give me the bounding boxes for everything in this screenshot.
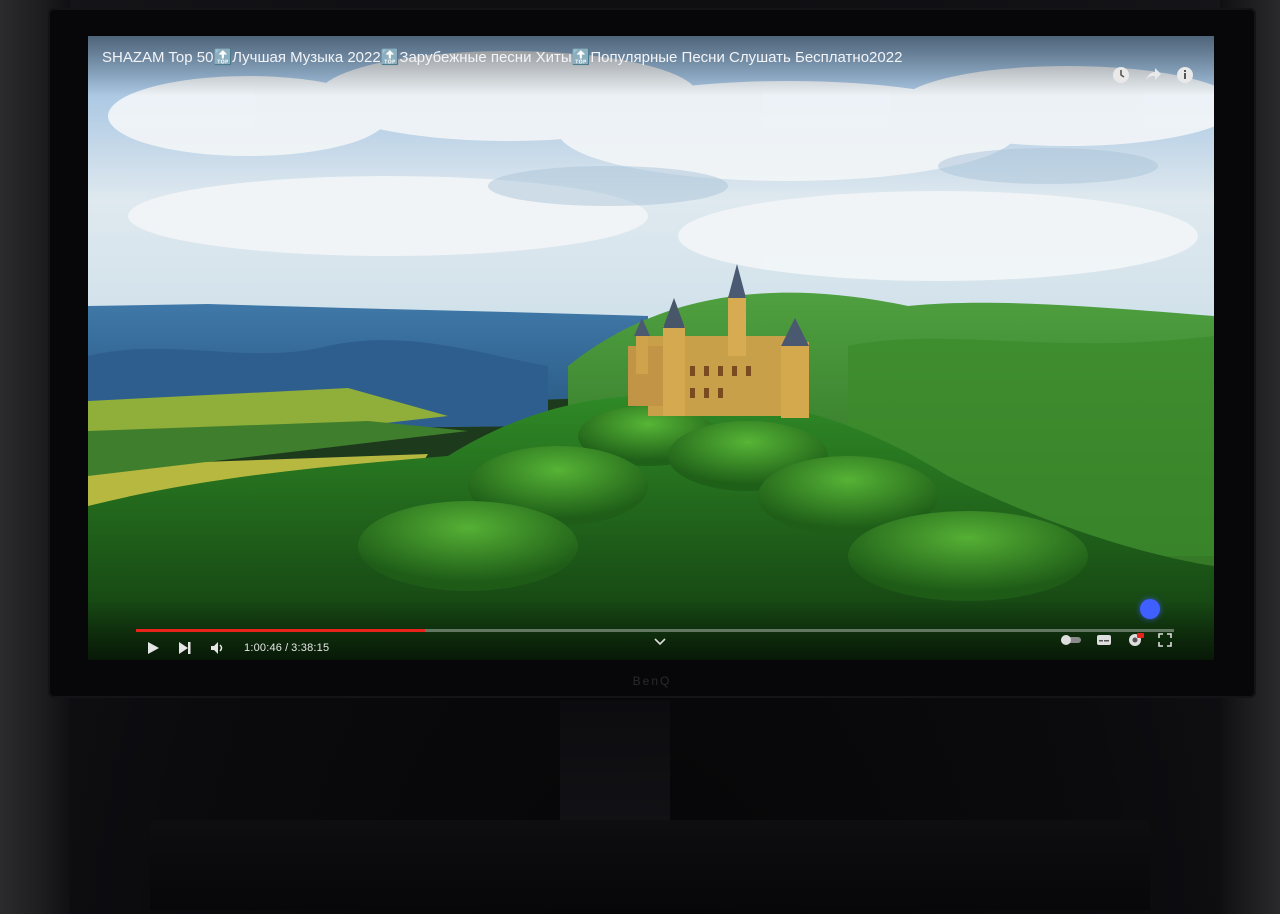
monitor-brand-logo: BenQ: [632, 674, 672, 688]
fullscreen-icon[interactable]: [1158, 633, 1172, 647]
monitor-stand-neck: [560, 700, 670, 830]
current-time: 1:00:46: [244, 642, 283, 654]
right-controls: [1060, 633, 1172, 647]
progress-bar[interactable]: [136, 629, 1174, 632]
time-separator: /: [285, 642, 289, 654]
clock-icon[interactable]: [1112, 66, 1130, 84]
time-display: 1:00:46 / 3:38:15: [244, 642, 329, 654]
duration-time: 3:38:15: [291, 642, 330, 654]
volume-icon[interactable]: [210, 641, 226, 655]
next-icon[interactable]: [178, 641, 192, 655]
play-icon[interactable]: [146, 641, 160, 655]
info-icon[interactable]: [1176, 66, 1194, 84]
left-controls: 1:00:46 / 3:38:15: [146, 638, 329, 658]
monitor-stand-base: [150, 820, 1150, 910]
autoplay-toggle-icon[interactable]: [1060, 634, 1082, 646]
top-right-actions: [1112, 66, 1194, 84]
share-icon[interactable]: [1144, 66, 1162, 84]
video-frame[interactable]: [88, 36, 1214, 660]
chevron-down-icon[interactable]: [654, 638, 666, 646]
settings-icon[interactable]: [1126, 633, 1144, 647]
progress-played: [136, 629, 425, 632]
title-overlay: [88, 36, 1214, 96]
video-title[interactable]: SHAZAM Top 50🔝Лучшая Музыка 2022🔝Зарубеж…: [102, 48, 902, 66]
blue-cursor-dot: [1140, 599, 1160, 619]
subtitles-icon[interactable]: [1096, 634, 1112, 646]
video-player[interactable]: SHAZAM Top 50🔝Лучшая Музыка 2022🔝Зарубеж…: [88, 36, 1214, 660]
